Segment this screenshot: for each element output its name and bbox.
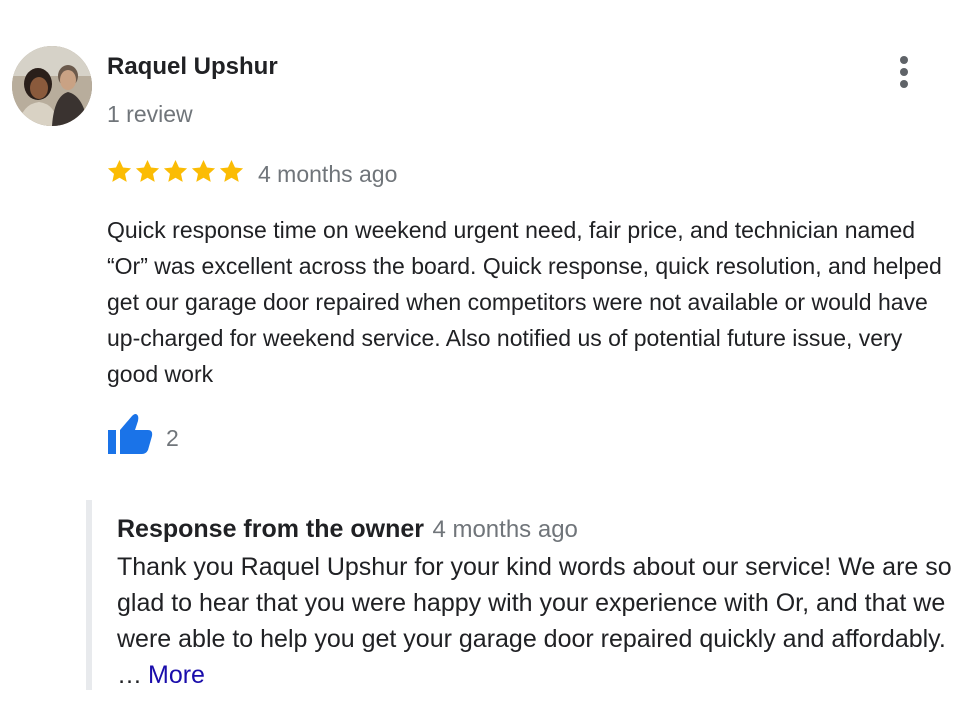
- owner-response: Response from the owner 4 months ago Tha…: [86, 500, 976, 690]
- owner-response-text: Thank you Raquel Upshur for your kind wo…: [117, 553, 952, 689]
- avatar-photo-icon: [12, 46, 92, 126]
- star-icon: [219, 160, 244, 182]
- review-count: 1 review: [107, 101, 193, 127]
- star-icon: [107, 160, 132, 182]
- more-options-button[interactable]: [888, 52, 920, 92]
- owner-response-title: Response from the owner: [117, 515, 424, 543]
- like-count: 2: [166, 425, 179, 451]
- star-icon: [135, 160, 160, 182]
- like-button[interactable]: [106, 412, 154, 456]
- thumbs-up-icon: [108, 414, 153, 454]
- star-icon: [163, 160, 188, 182]
- reviewer-avatar[interactable]: [12, 46, 92, 126]
- owner-response-header: Response from the owner 4 months ago: [117, 513, 578, 549]
- owner-response-time: 4 months ago: [432, 516, 578, 543]
- review-time: 4 months ago: [258, 161, 398, 187]
- more-link[interactable]: More: [148, 661, 205, 689]
- star-rating: [106, 158, 245, 186]
- review-card: Raquel Upshur 1 review 4 months ago Quic…: [0, 0, 976, 704]
- review-text: Quick response time on weekend urgent ne…: [107, 217, 942, 387]
- star-icon: [191, 160, 216, 182]
- reviewer-name[interactable]: Raquel Upshur: [107, 52, 278, 82]
- owner-response-body: Thank you Raquel Upshur for your kind wo…: [117, 549, 975, 693]
